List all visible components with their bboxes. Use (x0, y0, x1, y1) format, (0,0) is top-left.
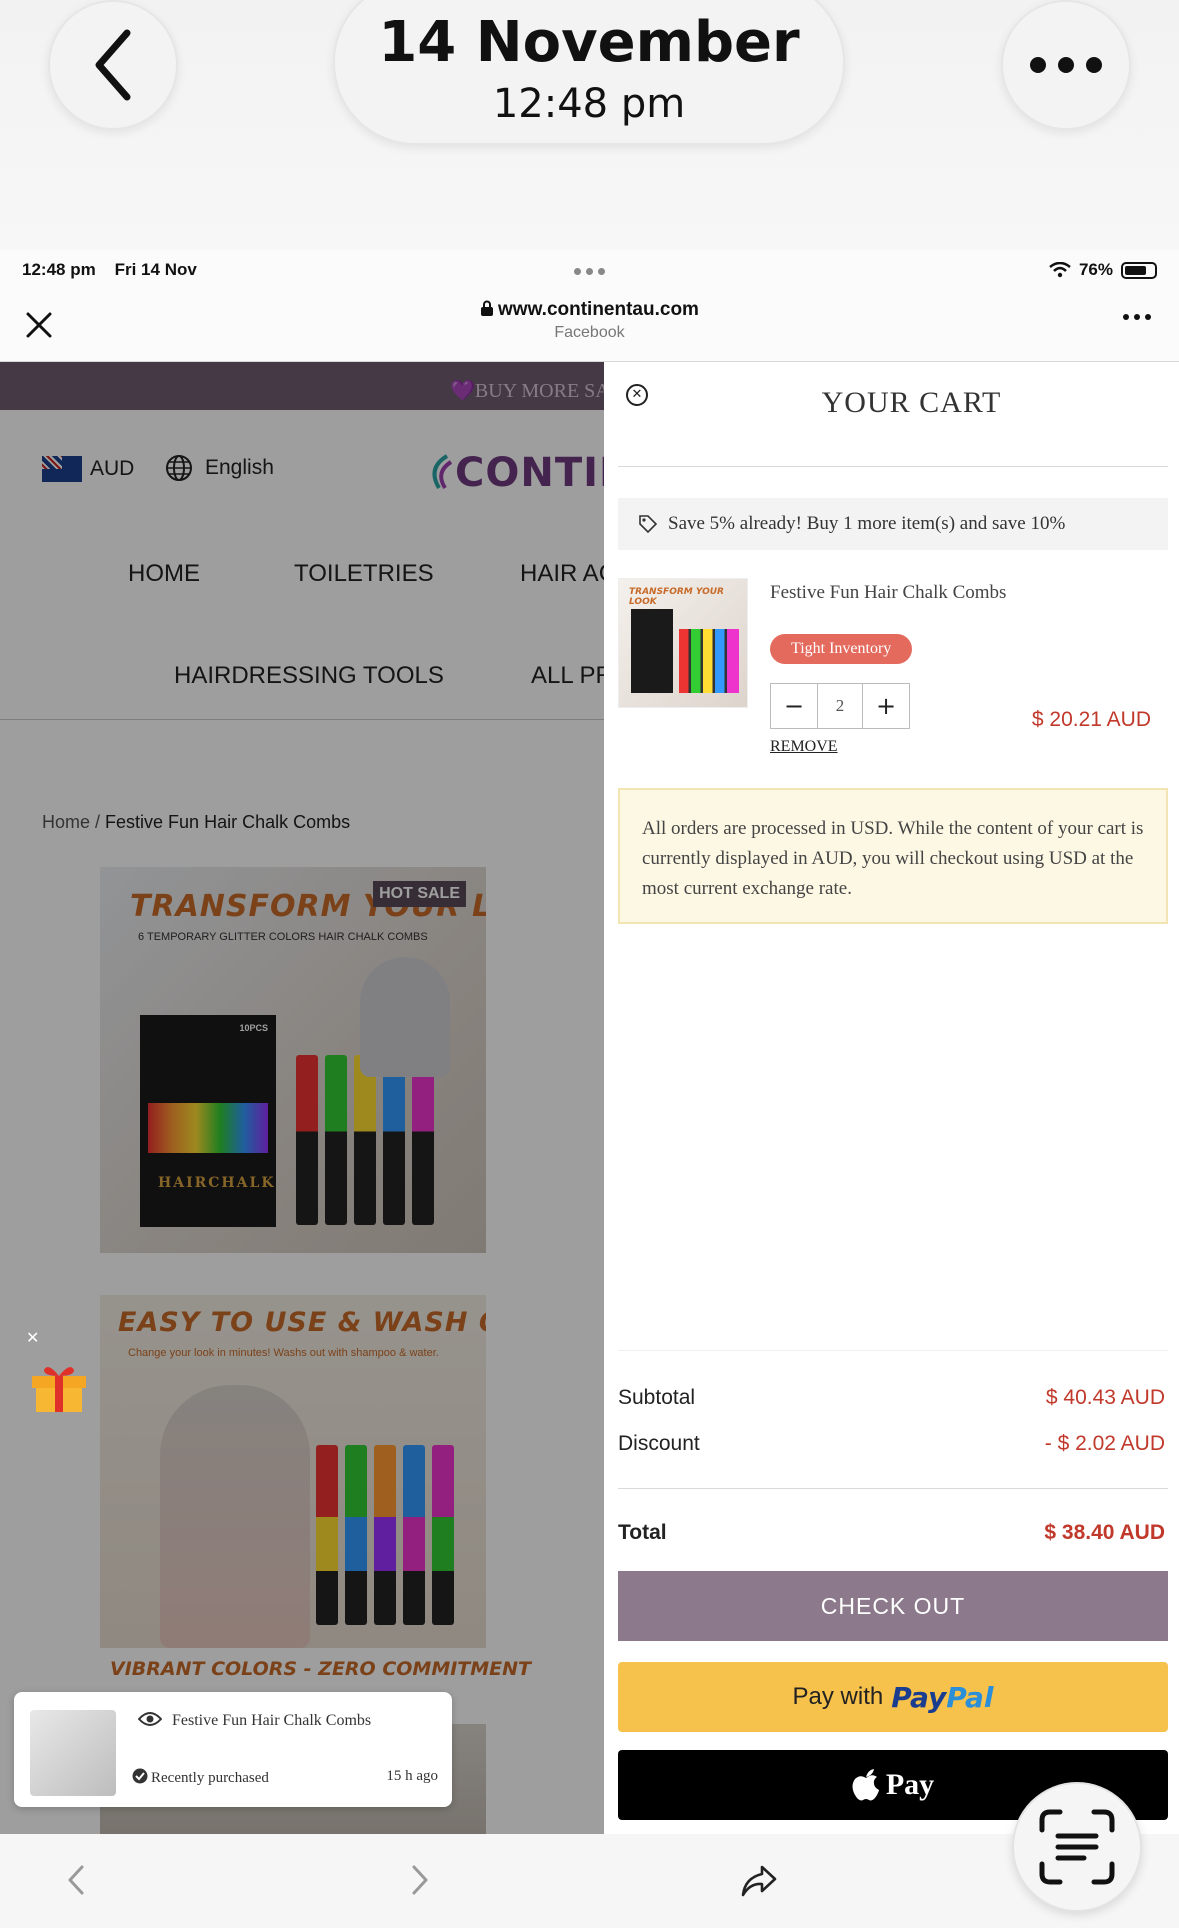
subtotal-row: Subtotal $ 40.43 AUD (618, 1386, 1165, 1410)
gift-icon[interactable] (30, 1362, 88, 1412)
forward-arrow-icon[interactable] (410, 1864, 430, 1896)
apple-pay-label: Pay (885, 1768, 935, 1801)
recent-product-thumbnail (30, 1710, 116, 1796)
recent-purchase-popup[interactable]: Festive Fun Hair Chalk Combs Recently pu… (14, 1692, 452, 1807)
cart-title: YOUR CART (821, 386, 1002, 419)
apple-logo-icon (852, 1769, 879, 1801)
cart-drawer: ✕ YOUR CART Save 5% already! Buy 1 more … (604, 362, 1179, 1834)
browser-url-bar: www.continentau.com Facebook (0, 290, 1179, 362)
status-date: Fri 14 Nov (114, 260, 197, 279)
subtotal-value: $ 40.43 AUD (1045, 1386, 1165, 1409)
battery-icon (1121, 261, 1157, 279)
share-icon[interactable] (740, 1864, 778, 1898)
checkmark-icon (132, 1768, 148, 1784)
back-button[interactable] (48, 0, 178, 130)
total-label: Total (618, 1521, 667, 1544)
divider (618, 1350, 1168, 1351)
ellipsis-icon (1030, 57, 1102, 73)
eye-icon (137, 1712, 163, 1726)
divider (618, 466, 1168, 467)
live-text-icon (1039, 1809, 1115, 1885)
page-overlay[interactable] (0, 362, 604, 1834)
total-value: $ 38.40 AUD (1044, 1521, 1165, 1544)
multitask-dots-icon[interactable] (574, 268, 605, 275)
lock-icon (481, 300, 494, 316)
discount-label: Discount (618, 1432, 700, 1455)
battery-percent: 76% (1078, 260, 1113, 279)
currency-notice: All orders are processed in USD. While t… (618, 788, 1168, 924)
increase-quantity-button[interactable]: + (863, 684, 909, 728)
ellipsis-icon (1123, 314, 1151, 320)
chevron-left-icon (95, 29, 131, 101)
checkout-button[interactable]: CHECK OUT (618, 1571, 1168, 1641)
photo-time: 12:48 pm (492, 81, 686, 127)
browser-more-button[interactable] (1123, 314, 1151, 320)
subtotal-label: Subtotal (618, 1386, 696, 1409)
tag-icon (639, 515, 658, 534)
cart-item-name[interactable]: Festive Fun Hair Chalk Combs (770, 582, 1006, 604)
cart-item-price: $ 20.21 AUD (1031, 708, 1151, 731)
status-time: 12:48 pm (22, 260, 96, 279)
photo-viewer-header: 14 November 12:48 pm (0, 0, 1179, 250)
back-arrow-icon[interactable] (66, 1864, 86, 1896)
recent-label: Recently purchased (151, 1770, 269, 1786)
paypal-button[interactable]: Pay with PayPal (618, 1662, 1168, 1732)
recent-product-name: Festive Fun Hair Chalk Combs (172, 1712, 372, 1729)
decrease-quantity-button[interactable]: − (771, 684, 817, 728)
discount-row: Discount - $ 2.02 AUD (618, 1432, 1165, 1456)
total-row: Total $ 38.40 AUD (618, 1521, 1165, 1545)
promo-text: Save 5% already! Buy 1 more item(s) and … (668, 513, 1066, 534)
discount-promo-bar: Save 5% already! Buy 1 more item(s) and … (618, 498, 1168, 550)
browser-toolbar (0, 1834, 1179, 1928)
live-text-button[interactable] (1012, 1782, 1142, 1912)
remove-item-link[interactable]: REMOVE (770, 738, 838, 756)
cart-item-thumbnail[interactable]: TRANSFORM YOUR LOOK (618, 578, 748, 708)
divider (618, 1488, 1168, 1489)
url-source: Facebook (554, 324, 625, 341)
url-address[interactable]: www.continentau.com (0, 299, 1179, 321)
quantity-input[interactable]: 2 (817, 684, 863, 728)
date-time-pill: 14 November 12:48 pm (333, 0, 845, 145)
status-bar: 12:48 pm Fri 14 Nov 76% (0, 250, 1179, 290)
paypal-logo: PayPal (891, 1680, 994, 1714)
inventory-badge: Tight Inventory (770, 634, 913, 664)
quantity-stepper: − 2 + (770, 683, 910, 729)
photo-date: 14 November (378, 10, 800, 75)
more-options-button[interactable] (1001, 0, 1131, 130)
url-domain: www.continentau.com (498, 299, 699, 320)
paypal-prefix: Pay with (792, 1683, 884, 1710)
wifi-icon (1049, 262, 1071, 278)
close-icon[interactable]: ✕ (26, 1328, 39, 1347)
recent-time-ago: 15 h ago (386, 1768, 438, 1784)
discount-value: - $ 2.02 AUD (1044, 1432, 1165, 1455)
